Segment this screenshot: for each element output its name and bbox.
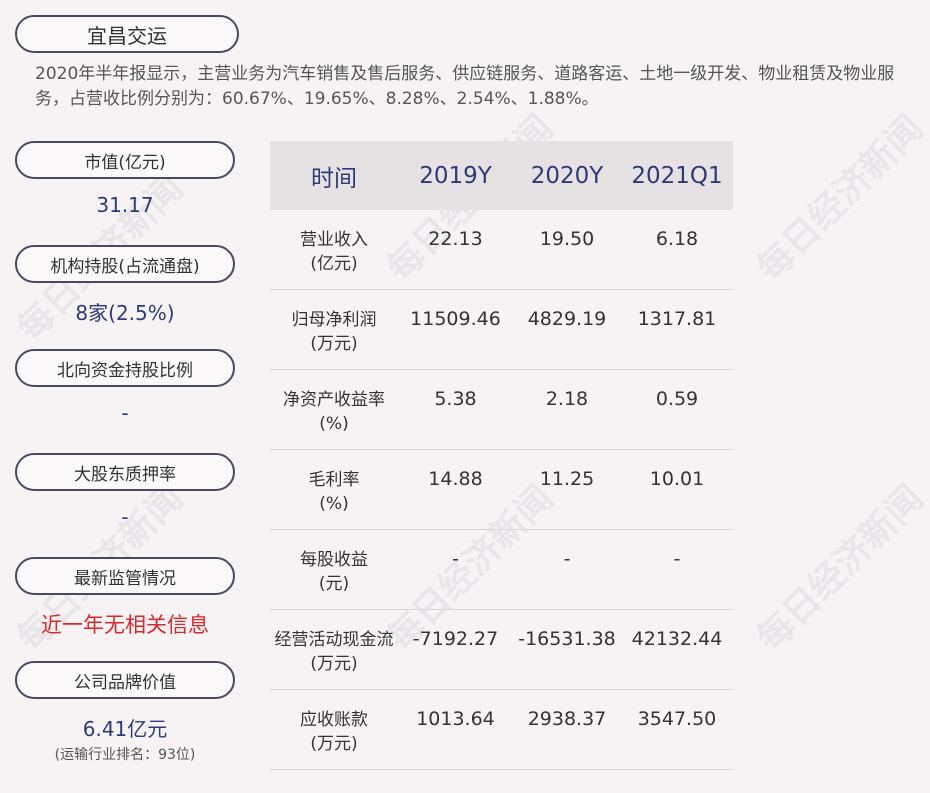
table-cell: 11.25 — [539, 468, 595, 490]
table-header: 时间 2019Y 2020Y 2021Q1 — [270, 141, 733, 210]
northbound-label: 北向资金持股比例 — [15, 349, 235, 387]
row-label-unit: (万元) — [310, 734, 358, 754]
table-cell: - — [563, 548, 571, 570]
row-label: 毛利率 (%) — [270, 468, 398, 516]
table-cell: -7192.27 — [412, 628, 499, 650]
row-label-unit: (万元) — [310, 654, 358, 674]
row-label: 应收账款 (万元) — [270, 708, 398, 756]
pledge-block: 大股东质押率 - — [15, 453, 235, 529]
company-title: 宜昌交运 — [15, 15, 239, 53]
row-label: 经营活动现金流 (万元) — [270, 628, 398, 676]
row-label-unit: (万元) — [310, 334, 358, 354]
row-label-unit: (%) — [319, 494, 349, 514]
table-row: 每股收益 (元) - - - — [270, 530, 733, 610]
row-label-unit: (元) — [318, 574, 350, 594]
header-cell: 2019Y — [419, 162, 492, 189]
row-label: 每股收益 (元) — [270, 548, 398, 596]
table-row: 应收账款 (万元) 1013.64 2938.37 3547.50 — [270, 690, 733, 770]
row-label: 净资产收益率 (%) — [270, 388, 398, 436]
regulation-block: 最新监管情况 近一年无相关信息 — [15, 557, 235, 639]
watermark: 每日经济新闻 — [749, 477, 930, 660]
institution-value: 8家(2.5%) — [75, 301, 175, 325]
table-cell: 0.59 — [655, 388, 699, 410]
row-label-name: 营业收入 — [300, 230, 368, 250]
table-cell: 11509.46 — [410, 308, 501, 330]
business-description: 2020年半年报显示，主营业务为汽车销售及售后服务、供应链服务、道路客运、土地一… — [35, 64, 895, 109]
header-cell: 2021Q1 — [631, 162, 723, 189]
table-cell: 1013.64 — [416, 708, 495, 730]
brand-value: 6.41亿元 — [82, 717, 168, 741]
pledge-value: - — [121, 505, 129, 529]
market-cap-label: 市值(亿元) — [15, 141, 235, 179]
table-row: 归母净利润 (万元) 11509.46 4829.19 1317.81 — [270, 290, 733, 370]
header-cell: 时间 — [311, 165, 357, 192]
brand-label: 公司品牌价值 — [15, 661, 235, 699]
row-label-name: 毛利率 — [308, 470, 360, 490]
pledge-label: 大股东质押率 — [15, 453, 235, 491]
row-label-unit: (%) — [319, 414, 349, 434]
table-row: 营业收入 (亿元) 22.13 19.50 6.18 — [270, 210, 733, 290]
table-row: 经营活动现金流 (万元) -7192.27 -16531.38 42132.44 — [270, 610, 733, 690]
table-cell: 4829.19 — [527, 308, 607, 330]
row-label-name: 归母净利润 — [291, 310, 377, 330]
regulation-value: 近一年无相关信息 — [41, 613, 209, 637]
market-cap-value: 31.17 — [96, 193, 154, 217]
row-label: 归母净利润 (万元) — [270, 308, 398, 356]
brand-rank: (运输行业排名：93位) — [54, 747, 196, 763]
row-label: 营业收入 (亿元) — [270, 228, 398, 276]
table-cell: 22.13 — [428, 228, 483, 250]
institution-label: 机构持股(占流通盘) — [15, 245, 235, 283]
row-label-name: 应收账款 — [300, 710, 368, 730]
table-cell: 42132.44 — [631, 628, 723, 650]
table-cell: 10.01 — [649, 468, 705, 490]
table-row: 净资产收益率 (%) 5.38 2.18 0.59 — [270, 370, 733, 450]
northbound-value: - — [121, 401, 129, 425]
table-row: 毛利率 (%) 14.88 11.25 10.01 — [270, 450, 733, 530]
table-cell: - — [452, 548, 459, 570]
row-label-unit: (亿元) — [310, 254, 358, 274]
regulation-label: 最新监管情况 — [15, 557, 235, 595]
northbound-block: 北向资金持股比例 - — [15, 349, 235, 425]
row-label-name: 经营活动现金流 — [274, 630, 394, 650]
row-label-name: 每股收益 — [300, 550, 368, 570]
table-cell: 1317.81 — [637, 308, 717, 330]
header-cell: 2020Y — [530, 162, 604, 189]
brand-block: 公司品牌价值 6.41亿元 (运输行业排名：93位) — [15, 661, 235, 764]
institution-block: 机构持股(占流通盘) 8家(2.5%) — [15, 245, 235, 326]
watermark: 每日经济新闻 — [749, 107, 930, 290]
table-cell: 19.50 — [539, 228, 595, 250]
market-cap-block: 市值(亿元) 31.17 — [15, 141, 235, 217]
table-cell: - — [673, 548, 681, 570]
table-cell: 5.38 — [434, 388, 477, 410]
financial-table: 时间 2019Y 2020Y 2021Q1 营业收入 (亿元) 22.13 19.50… — [270, 141, 733, 770]
table-cell: 3547.50 — [637, 708, 717, 730]
row-label-name: 净资产收益率 — [283, 390, 385, 410]
table-cell: -16531.38 — [518, 628, 616, 650]
table-cell: 14.88 — [428, 468, 483, 490]
table-cell: 2.18 — [545, 388, 589, 410]
table-cell: 2938.37 — [527, 708, 607, 730]
table-cell: 6.18 — [655, 228, 699, 250]
